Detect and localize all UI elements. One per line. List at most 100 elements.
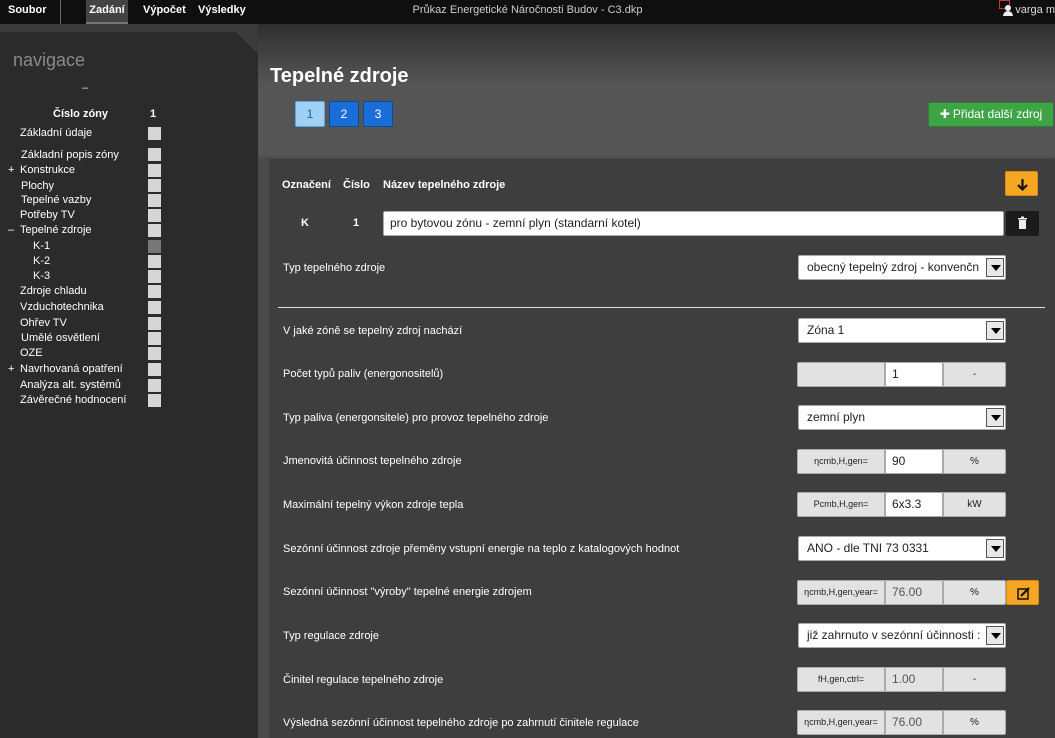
fuel-select-value: zemní plyn <box>807 410 866 424</box>
sidebar-item-zdroje-chladu[interactable]: Zdroje chladu <box>20 285 87 297</box>
sidebar-item-navrhovana-opatreni[interactable]: + Navrhovaná opatření <box>8 363 123 375</box>
sidebar-item-konstrukce[interactable]: + Konstrukce <box>8 164 76 176</box>
source-name-input[interactable]: pro bytovou zónu - zemní plyn (standarní… <box>383 211 1004 236</box>
result-unit: % <box>943 710 1006 735</box>
sidebar-item-label: Základní popis zóny <box>21 149 119 161</box>
status-box <box>148 127 161 140</box>
source-number: 1 <box>353 217 360 229</box>
sidebar-item-label: Konstrukce <box>20 164 76 176</box>
result-label: Výsledná sezónní účinnost tepelného zdro… <box>283 717 639 729</box>
status-box <box>148 164 161 177</box>
status-box <box>148 194 161 207</box>
status-box <box>148 255 161 268</box>
status-box <box>148 224 161 237</box>
sidebar-item-umele-osvetleni[interactable]: Umělé osvětlení <box>21 332 100 344</box>
catalog-select[interactable]: ANO - dle TNI 73 0331 <box>798 536 1006 561</box>
regulation-type-select[interactable]: již zahrnuto v sezónní účinnosti : <box>798 623 1006 648</box>
chevron-down-icon <box>986 626 1004 645</box>
sidebar-item-label: Základní údaje <box>20 127 93 139</box>
zone-select[interactable]: Zóna 1 <box>798 318 1006 343</box>
expand-icon[interactable]: + <box>8 164 14 176</box>
sidebar-item-k1[interactable]: K-1 <box>33 240 50 252</box>
page-button-2[interactable]: 2 <box>329 101 359 127</box>
status-box <box>148 270 161 283</box>
regulation-type-select-value: již zahrnuto v sezónní účinnosti : <box>807 628 981 642</box>
collapse-icon[interactable]: – <box>8 224 14 236</box>
sidebar-item-zakladni-popis-zony[interactable]: Základní popis zóny <box>21 149 119 161</box>
regulation-factor-label: Činitel regulace tepelného zdroje <box>283 674 444 686</box>
status-box <box>148 179 161 192</box>
sidebar-item-label: Analýza alt. systémů <box>20 379 121 391</box>
status-box <box>148 301 161 314</box>
sidebar-item-k2[interactable]: K-2 <box>33 255 50 267</box>
edit-seasonal-button[interactable] <box>1006 580 1039 605</box>
fuel-label: Typ paliva (energonsitele) pro provoz te… <box>283 412 549 424</box>
sidebar-item-plochy[interactable]: Plochy <box>21 180 54 192</box>
zone-label: V jaké zóně se tepelný zdroj nachází <box>283 325 463 337</box>
sidebar-item-label: Potřeby TV <box>20 209 75 221</box>
efficiency-input[interactable]: 90 <box>885 449 943 474</box>
sidebar-item-analyza-alt-systemu[interactable]: Analýza alt. systémů <box>20 379 121 391</box>
divider <box>278 307 1045 308</box>
regulation-factor-value: 1.00 <box>885 667 943 692</box>
seasonal-label: Sezónní účinnost "výroby" tepelné energi… <box>283 586 532 598</box>
add-source-label: Přidat další zdroj <box>952 107 1043 121</box>
result-symbol: ηcmb,H,gen,year= <box>797 710 885 735</box>
sidebar-item-tepelne-vazby[interactable]: Tepelné vazby <box>21 194 91 206</box>
sidebar-item-label: Navrhovaná opatření <box>20 363 123 375</box>
header-number: Číslo <box>343 179 370 191</box>
sidebar-item-zaverecne-hodnoceni[interactable]: Závěrečné hodnocení <box>20 394 126 406</box>
fuel-select[interactable]: zemní plyn <box>798 405 1006 430</box>
sidebar-item-vzduchotechnika[interactable]: Vzduchotechnika <box>20 301 104 313</box>
sidebar-item-label: K-1 <box>33 240 51 252</box>
zone-number-value[interactable]: 1 <box>150 108 156 120</box>
status-box <box>148 209 161 222</box>
sidebar-item-potreby-tv[interactable]: Potřeby TV <box>20 209 75 221</box>
seasonal-symbol: ηcmb,H,gen,year= <box>797 580 885 605</box>
page-button-1[interactable]: 1 <box>295 101 325 127</box>
regulation-factor-unit: - <box>943 667 1006 692</box>
sidebar-item-label: Závěrečné hodnocení <box>20 394 127 406</box>
sidebar-item-zakladni-udaje[interactable]: Základní údaje <box>20 127 92 139</box>
move-down-button[interactable] <box>1005 171 1038 196</box>
sidebar-item-label: Ohřev TV <box>20 317 67 329</box>
sidebar-item-label: Tepelné vazby <box>21 194 92 206</box>
sidebar-item-label: Plochy <box>21 180 55 192</box>
fuel-count-input[interactable]: 1 <box>885 362 943 387</box>
delete-source-button[interactable] <box>1006 211 1039 236</box>
page-button-3[interactable]: 3 <box>363 101 393 127</box>
status-box <box>148 332 161 345</box>
top-bar: Soubor Zadání Výpočet Výsledky Průkaz En… <box>0 0 1055 24</box>
chevron-down-icon <box>986 321 1004 340</box>
status-box <box>148 317 161 330</box>
power-unit: kW <box>943 492 1006 517</box>
sidebar-item-oze[interactable]: OZE <box>20 347 43 359</box>
user-menu[interactable]: varga m <box>1003 0 1055 20</box>
user-name: varga m <box>1015 4 1055 16</box>
sidebar-item-tepelne-zdroje[interactable]: – Tepelné zdroje <box>8 224 92 236</box>
add-source-button[interactable]: ✚ Přidat další zdroj <box>928 102 1054 127</box>
sidebar-item-label: Vzduchotechnika <box>20 301 104 313</box>
type-select[interactable]: obecný tepelný zdroj - konvenčn <box>798 255 1006 280</box>
sidebar-item-ohrev-tv[interactable]: Ohřev TV <box>20 317 67 329</box>
status-box <box>148 363 161 376</box>
seasonal-value: 76.00 <box>885 580 943 605</box>
sidebar-item-label: K-3 <box>33 270 51 282</box>
sidebar-title: navigace <box>13 50 86 70</box>
power-input[interactable]: 6x3.3 <box>885 492 943 517</box>
expand-icon[interactable]: + <box>8 363 14 375</box>
fuel-count-unit: - <box>943 362 1006 387</box>
edit-icon <box>1017 587 1030 600</box>
status-box <box>148 379 161 392</box>
status-box <box>148 347 161 360</box>
seasonal-unit: % <box>943 580 1006 605</box>
sidebar-item-k3[interactable]: K-3 <box>33 270 50 282</box>
sidebar-item-label: Tepelné zdroje <box>20 224 92 236</box>
chevron-down-icon <box>986 408 1004 427</box>
source-designation: K <box>301 217 309 229</box>
efficiency-symbol: ηcmb,H,gen= <box>797 449 885 474</box>
collapse-toggle[interactable]: – <box>82 82 88 94</box>
plus-icon: ✚ <box>939 107 950 121</box>
regulation-type-label: Typ regulace zdroje <box>283 630 379 642</box>
chevron-down-icon <box>986 539 1004 558</box>
